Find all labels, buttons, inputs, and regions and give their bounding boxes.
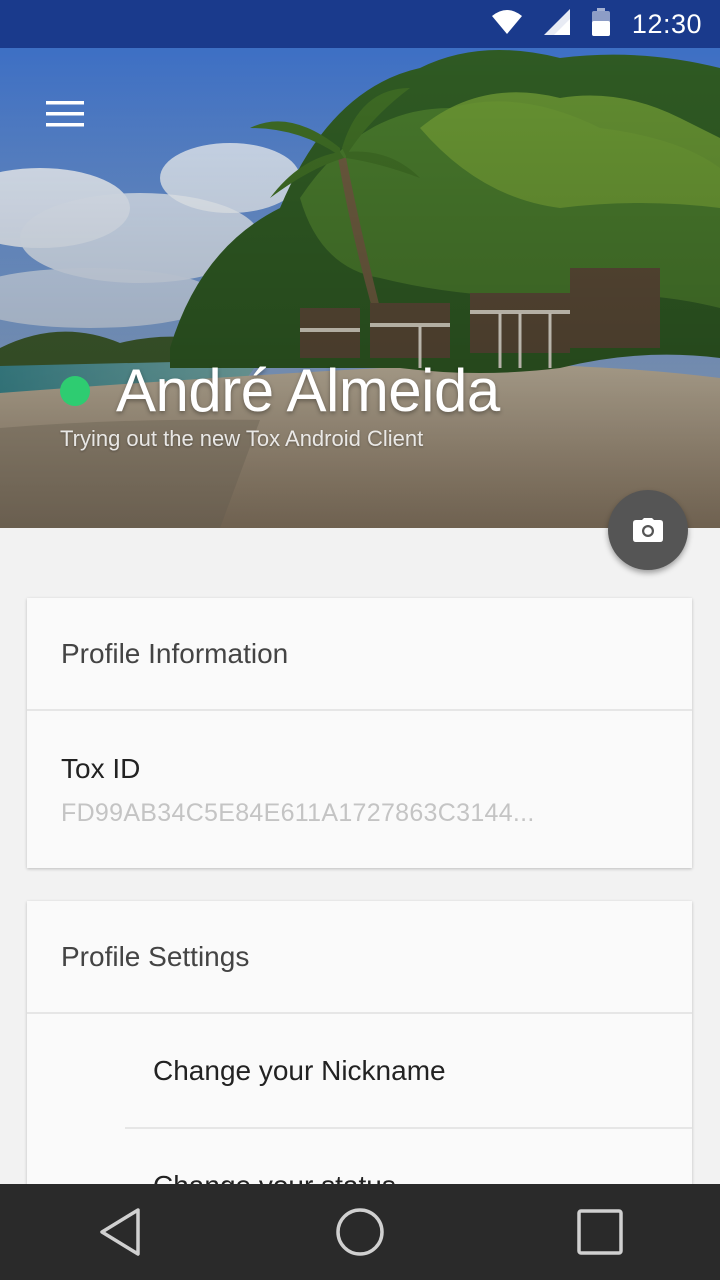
profile-information-title: Profile Information (27, 598, 692, 711)
change-photo-button[interactable] (608, 490, 688, 570)
profile-name: André Almeida (116, 357, 500, 424)
recents-button[interactable] (560, 1192, 640, 1272)
tox-id-value: FD99AB34C5E84E611A1727863C3144... (61, 799, 535, 827)
profile-settings-title: Profile Settings (27, 901, 692, 1014)
home-icon (336, 1208, 384, 1256)
recents-icon (577, 1209, 623, 1255)
screen: 12:30 André Almeida Trying out the new T… (0, 0, 720, 1280)
change-nickname-item[interactable]: Change your Nickname (125, 1014, 692, 1129)
navigation-bar (0, 1184, 720, 1280)
status-time: 12:30 (631, 8, 702, 39)
back-button[interactable] (80, 1192, 160, 1272)
signal-icon (543, 8, 570, 40)
header-background-image (0, 48, 720, 528)
profile-settings-card: Profile Settings Change your Nickname Ch… (27, 901, 692, 1244)
hamburger-menu-icon (46, 101, 84, 127)
battery-icon (591, 7, 610, 41)
status-bar: 12:30 (0, 0, 720, 48)
tox-id-label: Tox ID (61, 753, 141, 784)
profile-status-message: Trying out the new Tox Android Client (60, 426, 424, 451)
camera-icon (633, 518, 663, 542)
wifi-icon (491, 9, 522, 39)
back-icon (100, 1208, 140, 1256)
hamburger-menu-button[interactable] (30, 86, 100, 142)
home-button[interactable] (320, 1192, 400, 1272)
profile-information-card: Profile Information Tox ID FD99AB34C5E84… (27, 598, 692, 868)
online-status-dot (60, 375, 90, 406)
tox-id-block[interactable]: Tox ID FD99AB34C5E84E611A1727863C3144... (27, 711, 692, 828)
profile-header: André Almeida Trying out the new Tox And… (0, 48, 720, 528)
profile-name-row: André Almeida (60, 356, 500, 425)
